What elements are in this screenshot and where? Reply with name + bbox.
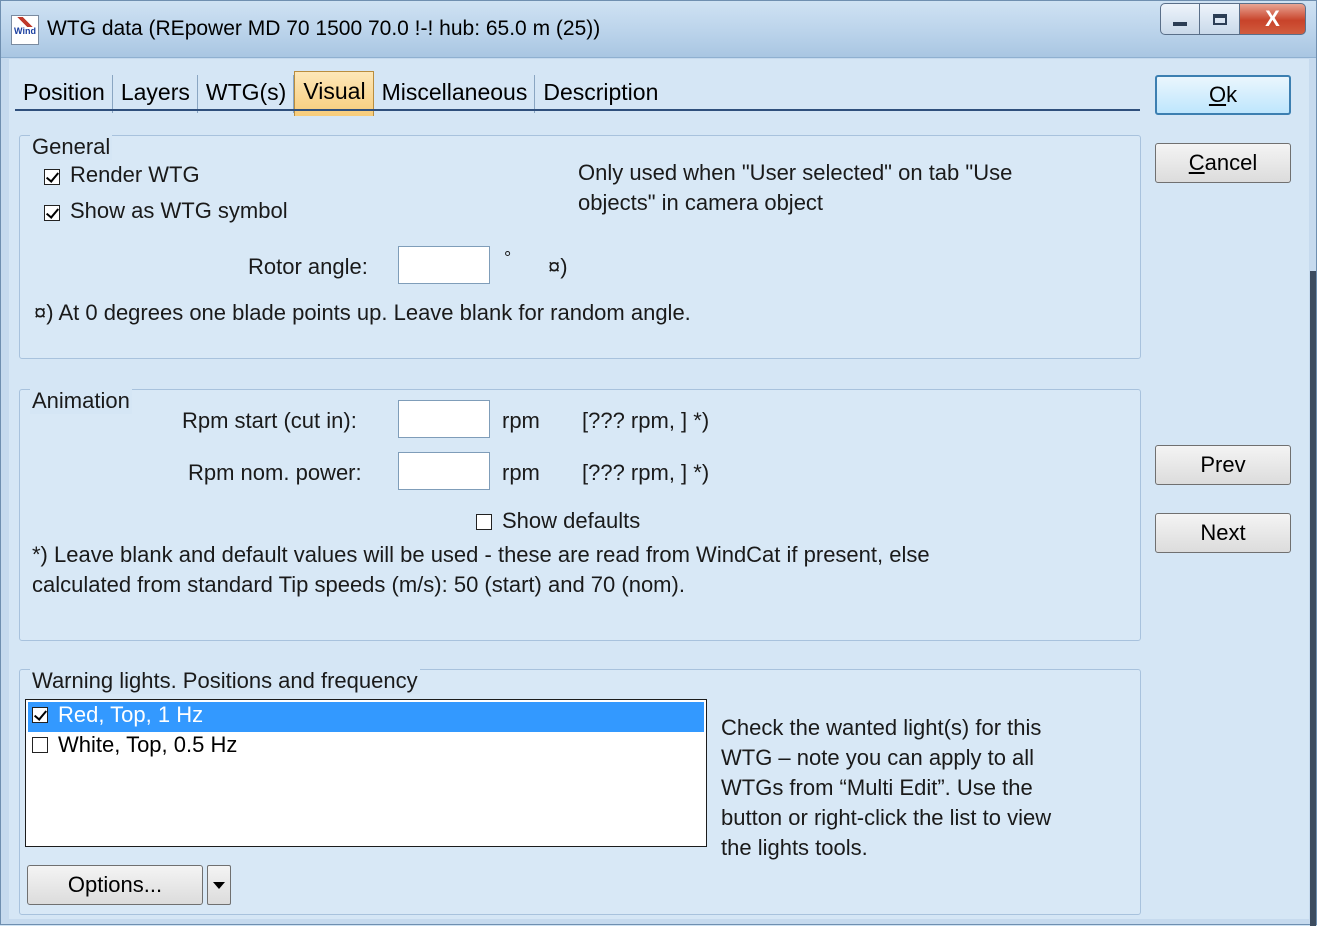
tab-strip: Position Layers WTG(s) Visual Miscellane… (15, 71, 665, 116)
animation-group-title: Animation (30, 388, 132, 414)
rotor-angle-footnote: ¤) At 0 degrees one blade points up. Lea… (34, 300, 691, 325)
lights-help-line4: button or right-click the list to view (721, 805, 1052, 830)
options-button[interactable]: Options... (27, 865, 203, 905)
tab-wtgs[interactable]: WTG(s) (198, 75, 295, 113)
tab-layers[interactable]: Layers (113, 75, 198, 113)
close-icon: X (1265, 6, 1280, 31)
maximize-button[interactable] (1200, 3, 1240, 35)
next-button-label: Next (1200, 520, 1246, 545)
lights-help-line1: Check the wanted light(s) for this (721, 715, 1042, 740)
minimize-button[interactable] (1160, 3, 1200, 35)
ok-button[interactable]: Ok (1155, 75, 1291, 115)
rpm-nom-default: [??? rpm, ] *) (582, 460, 710, 485)
animation-note-line2: calculated from standard Tip speeds (m/s… (32, 572, 685, 597)
windpro-app-icon: Wind (11, 15, 39, 45)
rpm-start-label: Rpm start (cut in): (182, 408, 357, 433)
show-defaults-checkbox[interactable] (476, 514, 492, 530)
window-title: WTG data (REpower MD 70 1500 70.0 !-! hu… (47, 17, 601, 40)
rotor-footnote-marker: ¤) (548, 254, 568, 279)
general-group: General Render WTG Show as WTG symbol On… (19, 134, 1141, 359)
title-bar[interactable]: Wind WTG data (REpower MD 70 1500 70.0 !… (1, 1, 1316, 58)
dialog-client-area: Position Layers WTG(s) Visual Miscellane… (9, 59, 1309, 919)
general-group-title: General (30, 134, 113, 160)
tab-position[interactable]: Position (15, 75, 113, 113)
close-button[interactable]: X (1240, 3, 1306, 35)
options-dropdown-button[interactable] (207, 865, 231, 905)
rpm-nom-unit: rpm (502, 460, 540, 485)
wtg-data-dialog: Wind WTG data (REpower MD 70 1500 70.0 !… (0, 0, 1317, 926)
window-controls: X (1160, 3, 1306, 37)
window-edge-shadow (1310, 271, 1316, 926)
rpm-start-default: [??? rpm, ] *) (582, 408, 710, 433)
rpm-start-input[interactable] (398, 400, 490, 438)
camera-note-line1: Only used when "User selected" on tab "U… (578, 160, 1013, 185)
render-wtg-checkbox[interactable] (44, 169, 60, 185)
list-item-label: Red, Top, 1 Hz (58, 702, 204, 727)
render-wtg-label[interactable]: Render WTG (70, 162, 200, 188)
show-defaults-label[interactable]: Show defaults (502, 508, 640, 534)
lights-help-line2: WTG – note you can apply to all (721, 745, 1035, 770)
animation-group: Animation Rpm start (cut in): rpm [??? r… (19, 388, 1141, 641)
camera-note-line2: objects" in camera object (578, 190, 824, 215)
list-item[interactable]: Red, Top, 1 Hz (28, 702, 704, 732)
chevron-down-icon (213, 881, 225, 889)
tab-miscellaneous[interactable]: Miscellaneous (374, 75, 536, 113)
warning-lights-group-title: Warning lights. Positions and frequency (30, 668, 420, 694)
maximize-icon (1212, 13, 1227, 25)
options-button-label: Options... (67, 872, 163, 897)
animation-note-line1: *) Leave blank and default values will b… (32, 542, 930, 567)
rpm-nom-label: Rpm nom. power: (188, 460, 362, 485)
lights-help-line3: WTGs from “Multi Edit”. Use the (721, 775, 1033, 800)
prev-button-label: Prev (1200, 452, 1246, 477)
cancel-button[interactable]: Cancel (1155, 143, 1291, 183)
prev-button[interactable]: Prev (1155, 445, 1291, 485)
list-item[interactable]: White, Top, 0.5 Hz (28, 732, 704, 762)
ok-button-label: Ok (1208, 82, 1238, 107)
next-button[interactable]: Next (1155, 513, 1291, 553)
light-white-checkbox[interactable] (32, 737, 48, 753)
light-red-checkbox[interactable] (32, 707, 48, 723)
lights-help-line5: the lights tools. (721, 835, 868, 860)
rpm-nom-input[interactable] (398, 452, 490, 490)
list-item-label: White, Top, 0.5 Hz (58, 732, 238, 757)
minimize-icon (1173, 22, 1187, 26)
show-as-symbol-label[interactable]: Show as WTG symbol (70, 198, 288, 224)
tab-description[interactable]: Description (535, 75, 665, 113)
show-as-symbol-checkbox[interactable] (44, 205, 60, 221)
tab-underline (15, 109, 1140, 111)
rotor-angle-label: Rotor angle: (248, 254, 368, 279)
warning-lights-list[interactable]: Red, Top, 1 Hz White, Top, 0.5 Hz (25, 699, 707, 847)
cancel-button-label: Cancel (1188, 150, 1258, 175)
degree-unit: ° (504, 248, 512, 268)
rotor-angle-input[interactable] (398, 246, 490, 284)
rpm-start-unit: rpm (502, 408, 540, 433)
